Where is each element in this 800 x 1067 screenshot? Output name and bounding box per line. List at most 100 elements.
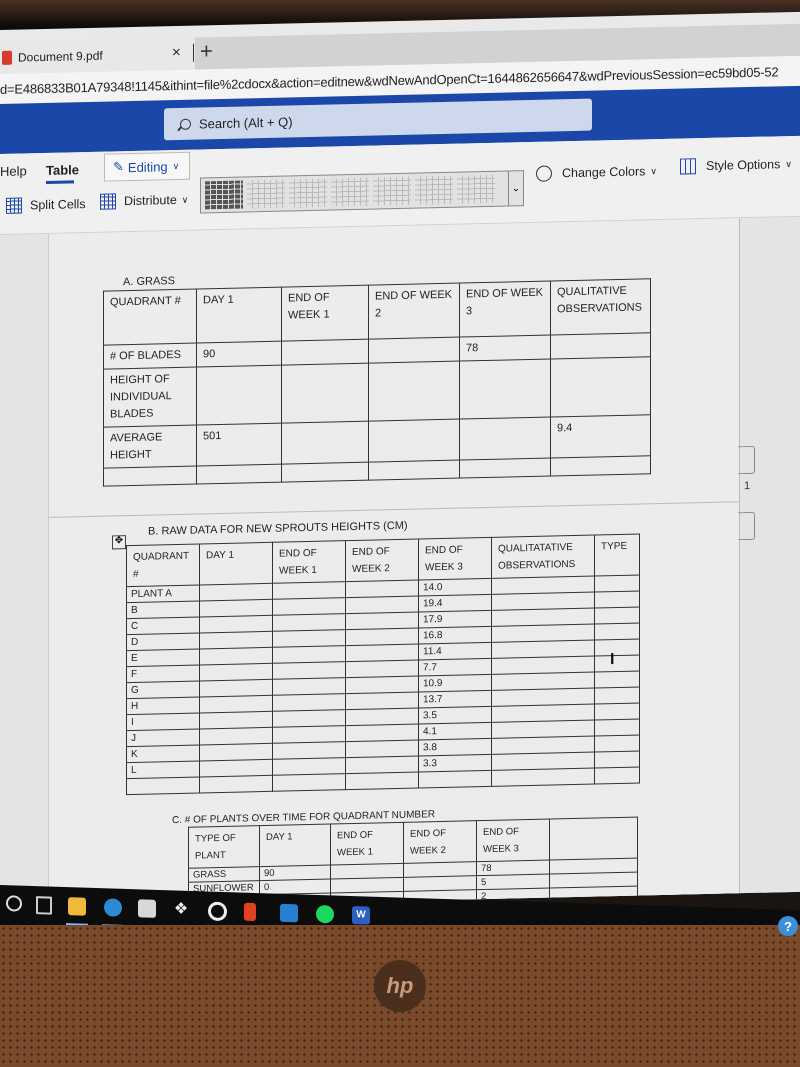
header-cell[interactable]: END OF WEEK 1 [330,822,404,865]
cell[interactable] [594,686,640,705]
cell[interactable] [345,724,419,742]
cell[interactable] [272,629,346,648]
header-cell[interactable]: END OF WEEK 1 [281,285,369,342]
mail-icon[interactable] [280,903,298,923]
row-label[interactable]: C [126,616,200,635]
row-label[interactable]: I [126,712,200,731]
cell[interactable] [368,419,460,463]
tab-help[interactable]: Help [0,163,27,179]
cell[interactable] [594,622,640,641]
cell[interactable] [594,574,640,593]
cell[interactable] [196,464,282,485]
cell[interactable] [272,741,346,760]
cell[interactable] [199,711,273,729]
header-cell[interactable]: DAY 1 [259,823,331,867]
cell[interactable] [103,466,197,487]
cell[interactable] [199,695,273,713]
search-input[interactable]: Search (Alt + Q) [164,98,592,141]
cell[interactable] [594,638,640,657]
cell[interactable] [345,660,419,678]
cell[interactable] [281,421,369,465]
cell[interactable] [199,631,273,649]
cell[interactable] [281,462,369,483]
cell-week3[interactable]: 7.7 [418,658,492,677]
cell-week3[interactable]: 13.7 [418,690,492,709]
row-label[interactable]: G [126,680,200,699]
cell[interactable] [550,356,651,418]
cell-week3[interactable]: 11.4 [418,642,492,661]
office-icon[interactable] [244,902,256,922]
cell[interactable] [199,663,273,681]
header-cell[interactable]: END OF WEEK 3 [418,537,492,581]
cell-week3[interactable]: 3.5 [418,706,492,725]
row-label[interactable] [126,776,200,795]
cell[interactable] [199,583,273,601]
cell[interactable] [199,647,273,665]
cell-week3[interactable]: 14.0 [418,578,492,597]
tab-table[interactable]: Table [46,162,79,178]
spotify-icon[interactable] [316,904,334,924]
cell[interactable] [368,337,460,364]
style-options-button[interactable]: Style Options ∨ [680,156,792,175]
cell[interactable] [199,615,273,633]
cell[interactable] [272,709,346,728]
cell[interactable] [272,677,346,696]
row-label[interactable]: AVERAGE HEIGHT [103,425,197,469]
editing-mode-button[interactable]: ✎ Editing ∨ [104,151,190,182]
cell[interactable] [345,708,419,726]
cell-week3[interactable]: 16.8 [418,626,492,645]
new-tab-icon[interactable]: + [200,38,213,64]
cell-week3[interactable] [418,770,492,789]
row-label[interactable]: E [126,648,200,667]
cell[interactable] [550,455,651,477]
cell[interactable] [550,332,651,360]
row-label[interactable]: J [126,728,200,747]
row-label[interactable]: H [126,696,200,715]
cell[interactable] [368,361,460,422]
file-explorer-icon[interactable] [68,897,86,916]
cell[interactable] [594,734,640,753]
row-label[interactable]: L [126,760,200,779]
cell[interactable] [594,606,640,625]
cell[interactable] [459,359,551,420]
header-cell[interactable]: END OF WEEK 2 [345,539,419,582]
cell-qualitative[interactable]: 9.4 [550,414,651,459]
cell[interactable] [199,743,273,761]
cell[interactable] [345,580,419,598]
close-tab-icon[interactable]: × [172,44,181,61]
cell[interactable] [272,597,346,616]
header-cell[interactable]: TYPE OF PLANT [188,825,260,869]
cell-week3[interactable]: 4.1 [418,722,492,741]
cell[interactable] [272,757,346,776]
comment-marker[interactable] [738,445,755,475]
cell[interactable] [272,693,346,712]
cell-week3[interactable]: 17.9 [418,610,492,629]
dropbox-icon[interactable]: ❖ [172,900,190,919]
distribute-button[interactable]: Distribute ∨ [100,192,188,210]
table-style-3[interactable] [289,178,327,208]
gallery-expand-icon[interactable]: ⌄ [508,171,523,206]
cell[interactable] [272,581,346,600]
table-move-handle-icon[interactable]: ✥ [112,535,126,550]
cell[interactable] [459,417,551,461]
cell[interactable] [594,590,640,609]
header-cell[interactable]: END OF WEEK 3 [459,281,551,338]
change-colors-button[interactable]: Change Colors ∨ [536,163,657,182]
help-icon[interactable]: ? [778,916,798,936]
header-cell[interactable]: END OF WEEK 1 [272,540,346,584]
header-cell[interactable] [549,817,638,861]
header-cell[interactable]: QUADRANT # [126,543,200,587]
cell[interactable] [491,768,595,787]
cell-week3[interactable]: 10.9 [418,674,492,693]
cell[interactable] [272,613,346,632]
cell[interactable] [345,628,419,646]
header-cell[interactable]: QUALITATATIVE OBSERVATIONS [491,535,595,579]
cell[interactable] [272,773,346,792]
cell[interactable] [549,886,638,903]
split-cells-button[interactable]: Split Cells [6,196,86,214]
table-style-7[interactable] [457,174,495,204]
cell[interactable] [199,759,273,777]
header-cell[interactable]: END OF WEEK 3 [476,819,550,862]
row-label[interactable]: PLANT A [126,584,200,603]
cell[interactable] [199,599,273,617]
